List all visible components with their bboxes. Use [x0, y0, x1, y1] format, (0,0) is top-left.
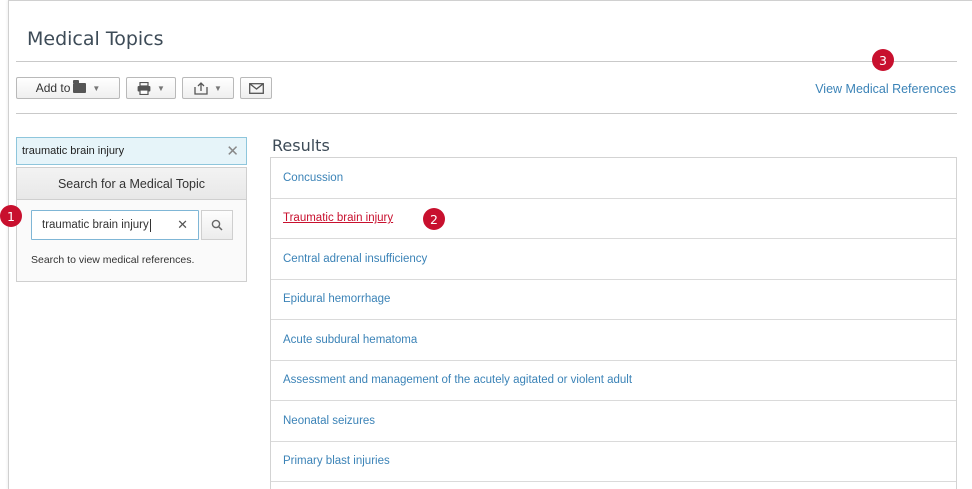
folder-icon — [73, 80, 87, 93]
search-icon — [211, 219, 223, 231]
result-item[interactable]: Central adrenal insufficiency — [271, 239, 956, 280]
callout-badge-2: 2 — [423, 208, 445, 230]
toolbar-divider — [16, 113, 957, 114]
print-button[interactable]: ▼ — [126, 77, 176, 99]
result-link[interactable]: Central adrenal insufficiency — [283, 253, 427, 265]
results-list: Concussion Traumatic brain injury Centra… — [270, 157, 957, 489]
chevron-down-icon: ▼ — [157, 83, 165, 93]
add-to-label: Add to — [35, 81, 71, 95]
search-input-value: traumatic brain injury — [42, 219, 149, 231]
text-cursor — [149, 218, 151, 232]
result-item-selected[interactable]: Traumatic brain injury — [271, 199, 956, 239]
topic-search-field[interactable]: traumatic brain injury ✕ — [16, 137, 247, 165]
clear-icon[interactable]: ✕ — [177, 217, 188, 233]
header-divider — [16, 61, 957, 62]
result-item[interactable]: Epidural hemorrhage — [271, 280, 956, 320]
result-item[interactable]: Acute subdural hematoma — [271, 320, 956, 361]
result-link[interactable]: Neonatal seizures — [283, 415, 375, 427]
chevron-down-icon: ▼ — [214, 83, 222, 93]
callout-badge-1: 1 — [0, 205, 22, 227]
search-panel: Search for a Medical Topic traumatic bra… — [16, 167, 247, 282]
email-button[interactable] — [240, 77, 272, 99]
result-item[interactable]: Primary blast injuries — [271, 442, 956, 482]
printer-icon — [137, 81, 151, 95]
search-panel-header[interactable]: Search for a Medical Topic — [17, 168, 246, 200]
add-to-button[interactable]: Add to ▼ — [16, 77, 120, 99]
result-item[interactable]: Concussion — [271, 158, 956, 199]
page-title: Medical Topics — [27, 28, 164, 50]
chevron-down-icon: ▼ — [92, 83, 101, 93]
envelope-icon — [248, 82, 264, 94]
view-medical-references-link[interactable]: View Medical References — [815, 82, 956, 96]
export-icon — [194, 81, 208, 95]
export-button[interactable]: ▼ — [182, 77, 234, 99]
clear-icon[interactable]: ✕ — [226, 142, 239, 160]
callout-badge-3: 3 — [872, 49, 894, 71]
topic-search-value: traumatic brain injury — [22, 145, 125, 157]
search-hint: Search to view medical references. — [31, 254, 195, 266]
result-link[interactable]: Primary blast injuries — [283, 455, 390, 467]
search-input[interactable]: traumatic brain injury ✕ — [31, 210, 199, 240]
result-link[interactable]: Concussion — [283, 172, 343, 184]
result-link[interactable]: Epidural hemorrhage — [283, 293, 390, 305]
result-link[interactable]: Traumatic brain injury — [283, 212, 393, 224]
results-heading: Results — [272, 136, 330, 155]
search-button[interactable] — [201, 210, 233, 240]
result-item[interactable]: Assessment and management of the acutely… — [271, 361, 956, 401]
result-item[interactable]: Neonatal seizures — [271, 401, 956, 442]
result-link[interactable]: Acute subdural hematoma — [283, 334, 417, 346]
result-link[interactable]: Assessment and management of the acutely… — [283, 374, 632, 386]
